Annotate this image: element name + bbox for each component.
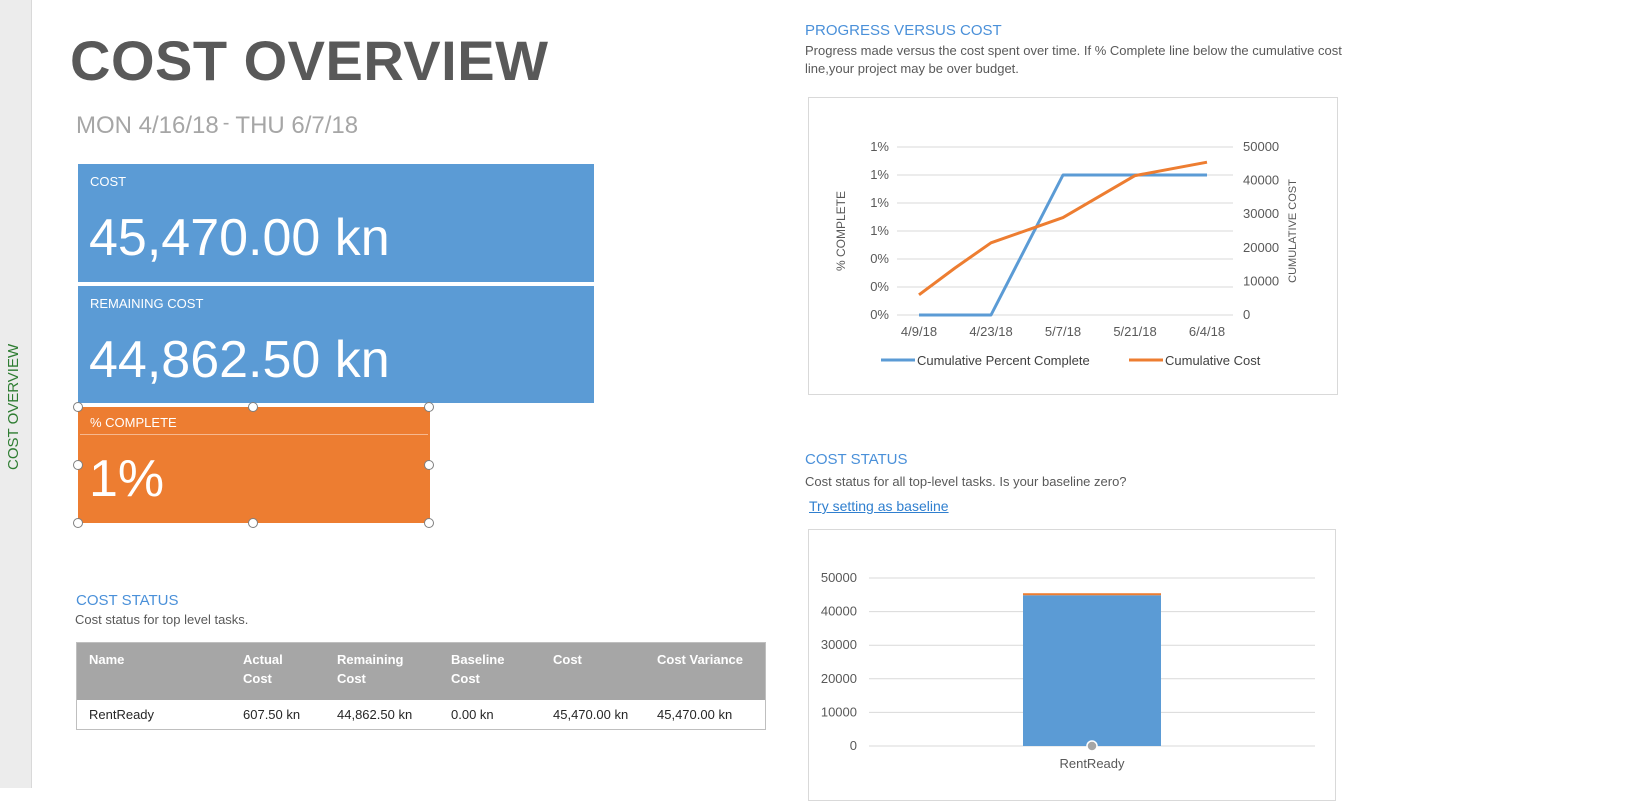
cost-status-chart-frame[interactable]: 0 10000 20000 30000 40000 50000 RentReady (808, 529, 1336, 801)
percent-complete-value: 1% (89, 450, 165, 508)
y-tick-label: 40000 (821, 604, 857, 619)
series-line-cumulative-cost (918, 160, 1208, 297)
set-baseline-link[interactable]: Try setting as baseline (809, 498, 949, 514)
cost-card-value: 45,470.00 kn (89, 209, 390, 267)
sidebar-label[interactable]: COST OVERVIEW (5, 344, 22, 470)
col-header-baseline-cost: Baseline Cost (439, 642, 541, 700)
y2-tick-label: 20000 (1243, 240, 1279, 255)
bar-segment-0 (1023, 595, 1161, 746)
y-tick-label: 50000 (821, 570, 857, 585)
col-header-name: Name (76, 642, 231, 700)
table-row[interactable]: RentReady 607.50 kn 44,862.50 kn 0.00 kn… (77, 700, 766, 730)
date-separator: - (222, 112, 230, 134)
start-date: MON 4/16/18 (76, 112, 219, 139)
col-header-actual-cost: Actual Cost (231, 642, 325, 700)
progress-description-line-1: Progress made versus the cost spent over… (805, 43, 1342, 58)
cost-card-label: COST (90, 174, 127, 189)
y2-axis-title: CUMULATIVE COST (1287, 179, 1299, 283)
y2-tick-label: 0 (1243, 307, 1250, 322)
y-tick-label: 0% (870, 307, 889, 322)
cost-status-table: Name Actual Cost Remaining Cost Baseline… (76, 642, 766, 730)
remaining-cost-value: 44,862.50 kn (89, 331, 390, 389)
resize-handle-r[interactable] (424, 460, 434, 470)
x-tick-label: 4/9/18 (901, 324, 937, 339)
y-tick-label: 0 (850, 738, 857, 753)
y-axis-title: % COMPLETE (834, 191, 848, 271)
progress-chart-frame[interactable]: 0% 0% 0% 1% 1% 1% 1% 0 10000 20000 30000 40000 50000… (808, 97, 1338, 395)
x-tick-label: 5/7/18 (1045, 324, 1081, 339)
x-tick-label: 6/4/18 (1189, 324, 1225, 339)
end-date: THU 6/7/18 (235, 112, 359, 139)
cell-actual-cost: 607.50 kn (243, 707, 301, 722)
y-tick-label: 30000 (821, 637, 857, 652)
col-header-cost-variance: Cost Variance (645, 642, 766, 700)
cost-status-table-description: Cost status for top level tasks. (75, 612, 249, 627)
y-tick-label: 1% (870, 195, 889, 210)
bar-segment-1 (1023, 593, 1161, 596)
resize-handle-t[interactable] (248, 402, 258, 412)
percent-complete-card[interactable]: % COMPLETE 1% (78, 407, 430, 523)
cell-name: RentReady (89, 707, 155, 722)
cell-cost-variance: 45,470.00 kn (657, 707, 733, 722)
progress-versus-cost-chart: 0% 0% 0% 1% 1% 1% 1% 0 10000 20000 30000 40000 50000… (834, 139, 1299, 368)
y-tick-label: 0% (870, 279, 889, 294)
resize-handle-tl[interactable] (73, 402, 83, 412)
remaining-cost-card[interactable]: REMAINING COST 44,862.50 kn (78, 286, 594, 403)
cost-status-chart: 0 10000 20000 30000 40000 50000 RentReady (821, 570, 1315, 771)
y2-tick-label: 50000 (1243, 139, 1279, 154)
resize-handle-bl[interactable] (73, 518, 83, 528)
cost-status-chart-title: COST STATUS (805, 451, 908, 468)
progress-section-title: PROGRESS VERSUS COST (805, 22, 1002, 39)
cell-remaining-cost: 44,862.50 kn (337, 707, 413, 722)
cost-card[interactable]: COST 45,470.00 kn (78, 164, 594, 282)
y2-tick-label: 40000 (1243, 173, 1279, 188)
y2-tick-label: 10000 (1243, 273, 1279, 288)
page-title: COST OVERVIEW (70, 29, 549, 92)
y-tick-label: 1% (870, 223, 889, 238)
resize-handle-tr[interactable] (424, 402, 434, 412)
cost-status-chart-description: Cost status for all top-level tasks. Is … (805, 474, 1127, 489)
y-tick-label: 0% (870, 251, 889, 266)
series-line-percent-complete (919, 173, 1207, 317)
cell-cost: 45,470.00 kn (553, 707, 629, 722)
bar-handle-icon (1086, 740, 1098, 752)
table-header-row: Name Actual Cost Remaining Cost Baseline… (76, 642, 766, 700)
date-range: MON 4/16/18- THU 6/7/18 (76, 112, 358, 140)
cost-status-table-title: COST STATUS (76, 592, 179, 609)
x-tick-label: RentReady (1059, 756, 1125, 771)
resize-handle-b[interactable] (248, 518, 258, 528)
legend-label: Cumulative Percent Complete (917, 353, 1090, 368)
x-tick-label: 4/23/18 (969, 324, 1012, 339)
y2-tick-label: 30000 (1243, 206, 1279, 221)
resize-handle-br[interactable] (424, 518, 434, 528)
y-tick-label: 10000 (821, 704, 857, 719)
resize-handle-l[interactable] (73, 460, 83, 470)
progress-description-line-2: line,your project may be over budget. (805, 61, 1019, 76)
cell-baseline-cost: 0.00 kn (451, 707, 494, 722)
y-tick-label: 20000 (821, 671, 857, 686)
remaining-cost-label: REMAINING COST (90, 296, 204, 311)
col-header-remaining-cost: Remaining Cost (325, 642, 439, 700)
y-tick-label: 1% (870, 167, 889, 182)
x-tick-label: 5/21/18 (1113, 324, 1156, 339)
percent-complete-label: % COMPLETE (90, 415, 177, 430)
card-divider (80, 434, 428, 435)
progress-section-description: Progress made versus the cost spent over… (805, 42, 1342, 78)
legend-label: Cumulative Cost (1165, 353, 1261, 368)
col-header-cost: Cost (541, 642, 645, 700)
y-tick-label: 1% (870, 139, 889, 154)
